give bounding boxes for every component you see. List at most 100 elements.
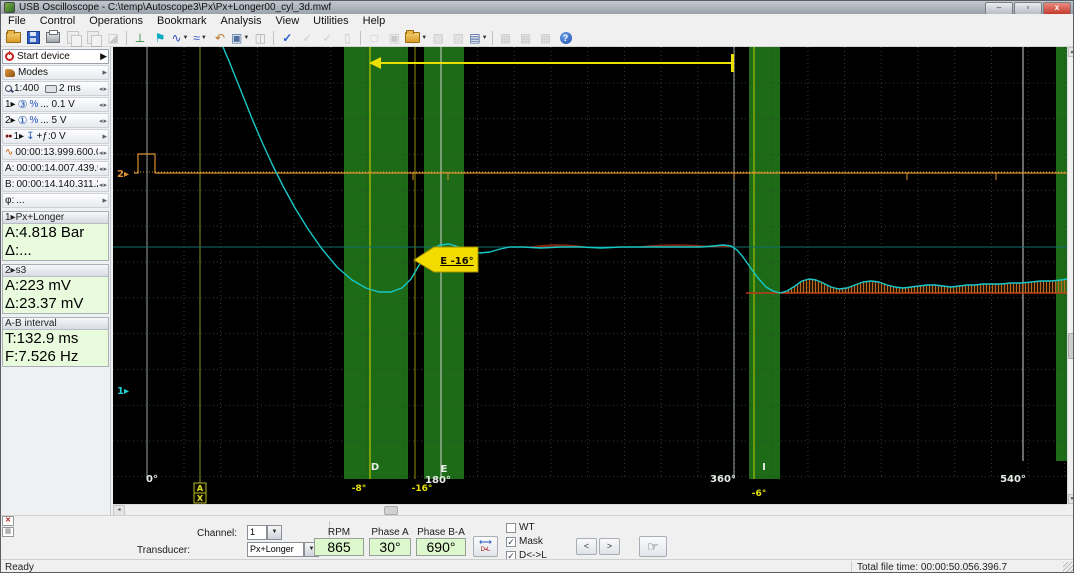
ab-interval-panel-header[interactable]: A-B interval	[3, 318, 108, 330]
wt-checkbox-box[interactable]	[506, 523, 516, 533]
mask-checkbox-box[interactable]: ✓	[506, 537, 516, 547]
flag-label: E -16°	[440, 256, 473, 267]
phase-b-a-value[interactable]: 690°	[416, 538, 466, 556]
spin-arrow-icon[interactable]: ◂	[99, 85, 103, 93]
measure-options-button-icon: ≈	[193, 30, 200, 46]
menu-file[interactable]: File	[1, 14, 33, 29]
phase-a-value[interactable]: 30°	[369, 538, 411, 556]
transducer-select[interactable]: Px+Longer	[247, 542, 304, 557]
panel-layout-button[interactable]: ▤▼	[468, 29, 488, 46]
display-mode-button[interactable]: ▣▼	[230, 29, 250, 46]
load-config-button[interactable]: ▼	[404, 29, 428, 46]
time-position-row[interactable]: ∿00:00:13.999.600.0◂▸	[2, 145, 109, 160]
spin-arrow-icon[interactable]: ◂	[99, 101, 103, 109]
menu-help[interactable]: Help	[356, 14, 393, 29]
save-button[interactable]	[23, 29, 43, 46]
spin-arrow-icon[interactable]: ◂	[99, 149, 103, 157]
spin-arrow-icon[interactable]: ◂	[99, 181, 103, 189]
channel1-row-arrows[interactable]: ◂▸	[98, 98, 107, 111]
marker-a-row[interactable]: A:00:00:14.007.439.9◂▸	[2, 161, 109, 176]
next-cycle-button[interactable]: >	[599, 538, 620, 555]
mask-checkbox-label: Mask	[519, 536, 543, 547]
marker-flag-button[interactable]: ⚑	[150, 29, 170, 46]
channel-select-arrow[interactable]: ▼	[267, 525, 282, 540]
marker-b-row[interactable]: B:00:00:14.140.311.2◂▸	[2, 177, 109, 192]
resize-grip[interactable]	[1063, 562, 1073, 572]
spin-arrow-icon[interactable]: ▸	[103, 101, 107, 109]
d-l-range-button[interactable]: ⟷ D▪L	[473, 536, 498, 557]
spin-arrow-icon[interactable]: ◂	[99, 165, 103, 173]
prev-cycle-button[interactable]: <	[576, 538, 597, 555]
spin-arrow-icon[interactable]: ▸	[103, 117, 107, 125]
copy-data-button	[83, 29, 103, 46]
trigger-row-arrows[interactable]: ▸	[101, 130, 107, 143]
channel2-row-arrows[interactable]: ◂▸	[98, 114, 107, 127]
waveform-plot[interactable]: E -16°AX0°180°360°540°DEI-8°-16°-6°2▸1▸	[113, 47, 1067, 504]
marker-b-row-arrows[interactable]: ◂▸	[98, 178, 107, 191]
px-longer-panel-header[interactable]: 1▸Px+Longer	[3, 212, 108, 224]
open-button[interactable]	[3, 29, 23, 46]
menu-control[interactable]: Control	[33, 14, 82, 29]
vertical-scroll-thumb[interactable]	[1068, 333, 1074, 359]
sweep-icon	[45, 85, 57, 93]
accept-button[interactable]: ✓	[277, 29, 297, 46]
spin-arrow-icon[interactable]: ▸	[103, 149, 107, 157]
menu-analysis[interactable]: Analysis	[214, 14, 269, 29]
scroll-down-button[interactable]: ▼	[1068, 494, 1074, 504]
channel-select[interactable]: 1	[247, 525, 267, 540]
expand-arrow-icon[interactable]: ▸	[102, 195, 107, 206]
layers-button: ▣	[384, 29, 404, 46]
open-button-icon	[6, 32, 21, 43]
wt-checkbox[interactable]: WT	[506, 522, 535, 533]
sweep-row[interactable]: 1:4002 ms◂▸	[2, 81, 109, 96]
toolbar-separator	[360, 31, 361, 45]
title-bar[interactable]: USB Oscilloscope - C:\temp\Autoscope3\Px…	[1, 1, 1074, 14]
channel1-row[interactable]: 1▸③% ... 0.1 V◂▸	[2, 97, 109, 112]
ab-interval-panel-value: F:7.526 Hz	[3, 348, 108, 366]
px-longer-panel-value: Δ:...	[3, 242, 108, 260]
scroll-up-button[interactable]: ▲	[1068, 47, 1074, 57]
menu-bookmark[interactable]: Bookmark	[150, 14, 214, 29]
channel2-row[interactable]: 2▸①% ... 5 V◂▸	[2, 113, 109, 128]
print-button[interactable]	[43, 29, 63, 46]
start-device-row-arrows[interactable]: ▶	[99, 50, 107, 63]
phase-row-arrows[interactable]: ▸	[101, 194, 107, 207]
close-pane-button[interactable]: ✕	[2, 516, 14, 526]
spin-arrow-icon[interactable]: ◂	[99, 117, 103, 125]
trigger-row[interactable]: ●●1▸↧+ƒ:0 V▸	[2, 129, 109, 144]
expand-arrow-icon[interactable]: ▸	[102, 67, 107, 78]
menu-view[interactable]: View	[269, 14, 307, 29]
marker-a-row-arrows[interactable]: ◂▸	[98, 162, 107, 175]
horizontal-scrollbar[interactable]: ◂	[113, 504, 1067, 515]
measure-options-button[interactable]: ≈▼	[190, 29, 210, 46]
expand-arrow-icon[interactable]: ▸	[102, 131, 107, 142]
expand-arrow-icon[interactable]: ▶	[100, 51, 107, 62]
axis-setup-button[interactable]: ⊥	[130, 29, 150, 46]
undo-button[interactable]: ↶	[210, 29, 230, 46]
vertical-scrollbar[interactable]: ▲ ▼	[1067, 47, 1074, 504]
time-position-row-arrows[interactable]: ◂▸	[98, 146, 107, 159]
menu-utilities[interactable]: Utilities	[306, 14, 355, 29]
spin-arrow-icon[interactable]: ▸	[103, 165, 107, 173]
modes-row[interactable]: Modes▸	[2, 65, 109, 80]
rpm-value[interactable]: 865	[314, 538, 364, 556]
copy-image-button	[63, 29, 83, 46]
load-config-button-icon	[405, 32, 420, 43]
phase-row[interactable]: φ:...▸	[2, 193, 109, 208]
start-device-row[interactable]: Start device▶	[2, 49, 109, 64]
s3-panel-header[interactable]: 2▸s3	[3, 265, 108, 277]
modes-row-arrows[interactable]: ▸	[101, 66, 107, 79]
mask-checkbox[interactable]: ✓Mask	[506, 536, 543, 547]
channel2-row-text: ①	[18, 114, 28, 127]
hand-pan-button[interactable]: ☞	[639, 536, 667, 557]
signal-options-button[interactable]: ∿▼	[170, 29, 190, 46]
help-button[interactable]: ?	[556, 29, 576, 46]
spin-arrow-icon[interactable]: ▸	[103, 85, 107, 93]
sweep-row-arrows[interactable]: ◂▸	[98, 82, 107, 95]
menu-operations[interactable]: Operations	[82, 14, 150, 29]
spin-arrow-icon[interactable]: ▸	[103, 181, 107, 189]
time-position-row-text: 00:00:13.999.600.0	[15, 147, 101, 158]
pane-options-button[interactable]: ▦	[2, 527, 14, 537]
horizontal-scroll-thumb[interactable]	[384, 506, 398, 515]
view-c-button: ▦	[536, 29, 556, 46]
